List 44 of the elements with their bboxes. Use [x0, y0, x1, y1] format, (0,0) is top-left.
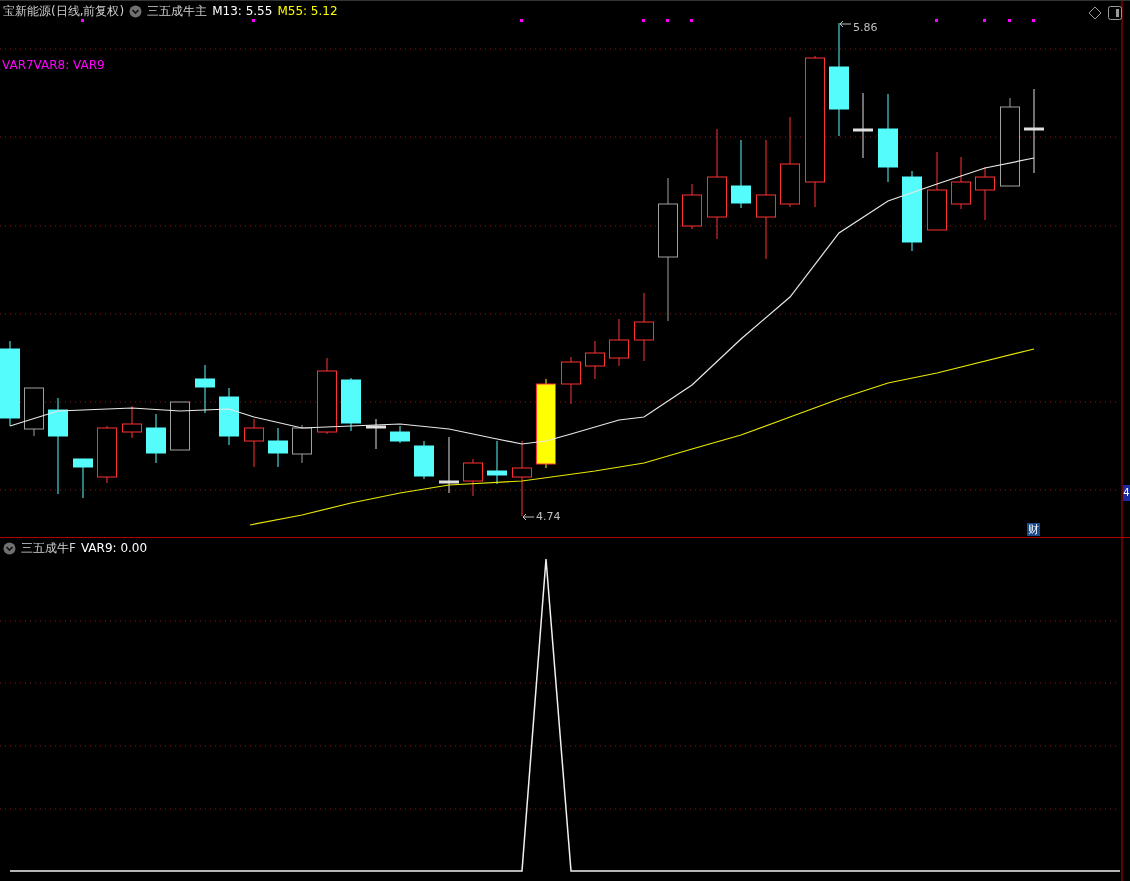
candlestick [853, 92, 873, 159]
candlestick [609, 318, 629, 367]
high-price-label: 5.86 [853, 21, 878, 34]
var9-value: VAR9: 0.00 [80, 541, 148, 555]
indicator-name: 三五成牛F [21, 541, 76, 555]
collapse-icon[interactable] [129, 4, 143, 18]
diamond-icon[interactable] [1088, 6, 1102, 20]
candlestick [73, 458, 93, 499]
candlestick [487, 440, 507, 485]
indicator-legend: VAR7VAR8: VAR9 [2, 58, 105, 72]
candlestick [97, 425, 117, 484]
candlestick [122, 405, 142, 439]
candlestick [634, 292, 654, 362]
candlestick [390, 425, 410, 444]
candlestick [170, 401, 190, 451]
candlestick [244, 418, 264, 468]
collapse-icon[interactable] [3, 541, 16, 555]
candlestick [146, 413, 166, 464]
candlestick [341, 377, 361, 432]
price-axis-badge: 4 [1123, 485, 1130, 501]
stock-title: 宝新能源(日线,前复权) [3, 4, 125, 18]
candlestick [682, 183, 702, 230]
candlestick [24, 387, 44, 437]
candlestick [951, 156, 971, 210]
candlestick [463, 458, 483, 497]
candlestick [975, 166, 995, 221]
high-arrow-icon [839, 20, 852, 28]
ma13-value: M13: 5.55 [212, 4, 273, 18]
candlestick [585, 340, 605, 380]
candlestick [731, 139, 751, 209]
candlestick [561, 356, 581, 405]
candlestick [292, 424, 312, 464]
indicator-name: 三五成牛主 [147, 4, 208, 18]
candlestick [414, 440, 434, 480]
candlestick [219, 387, 239, 446]
low-arrow-icon [522, 513, 535, 521]
candlestick [195, 364, 215, 414]
candlestick [366, 418, 386, 450]
panel-toggle-icon[interactable] [1108, 6, 1122, 20]
finance-badge[interactable]: 财 [1027, 523, 1040, 536]
candlestick [439, 436, 459, 494]
low-price-label: 4.74 [536, 510, 561, 523]
candlestick [268, 427, 288, 468]
ma55-value: M55: 5.12 [277, 4, 338, 18]
